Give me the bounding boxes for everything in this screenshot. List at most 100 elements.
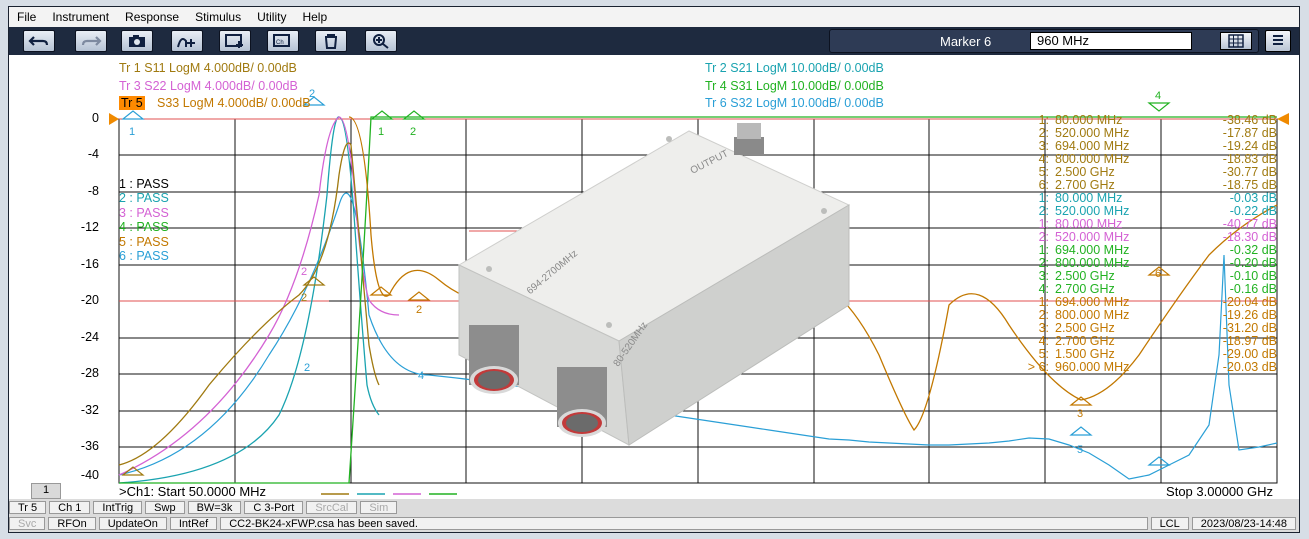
marker-freq: 800.000 MHz	[1055, 152, 1130, 166]
marker-val: -29.00 dB	[1222, 347, 1277, 361]
marker-row[interactable]: 2: 520.000 MHz -0.22 dB	[9, 204, 1299, 218]
marker-row[interactable]: 1: 80.000 MHz -0.03 dB	[9, 191, 1299, 205]
marker-row[interactable]: 1: 80.000 MHz -38.46 dB	[9, 113, 1299, 127]
marker-row[interactable]: 4: 2.700 GHz -18.97 dB	[9, 334, 1299, 348]
marker-row[interactable]: 2: 800.000 MHz -0.20 dB	[9, 256, 1299, 270]
status-trace[interactable]: Tr 5	[9, 500, 47, 514]
marker-idx: 5:	[1038, 165, 1049, 179]
marker-freq: 80.000 MHz	[1055, 217, 1123, 231]
softkey-menu-button[interactable]	[1265, 30, 1291, 52]
screenshot-button[interactable]	[121, 30, 153, 52]
keypad-button[interactable]	[1220, 32, 1252, 50]
status-rf[interactable]: RFOn	[48, 517, 96, 530]
marker-freq: 800.000 MHz	[1055, 256, 1130, 270]
undo-button[interactable]	[23, 30, 55, 52]
active-trace-badge: Tr 5	[119, 96, 145, 110]
status-bar-channel: Tr 5 Ch 1 IntTrig Swp BW=3k C 3-Port Src…	[9, 499, 1299, 515]
marker-freq: 520.000 MHz	[1055, 126, 1130, 140]
toolbar: Ch Marker 6 960 MHz	[9, 27, 1299, 55]
menu-utility[interactable]: Utility	[249, 10, 294, 24]
marker-row[interactable]: 3: 2.500 GHz -31.20 dB	[9, 321, 1299, 335]
marker-row[interactable]: 6: 2.700 GHz -18.75 dB	[9, 178, 1299, 192]
channel-index[interactable]: 1	[31, 483, 61, 499]
status-lcl[interactable]: LCL	[1150, 517, 1189, 530]
trace-label-tr2[interactable]: Tr 2 S21 LogM 10.00dB/ 0.00dB	[705, 61, 884, 75]
marker-row[interactable]: 4: 800.000 MHz -18.83 dB	[9, 152, 1299, 166]
status-svc[interactable]: Svc	[9, 517, 46, 530]
menu-bar: File Instrument Response Stimulus Utilit…	[9, 7, 1299, 28]
marker-row[interactable]: 5: 2.500 GHz -30.77 dB	[9, 165, 1299, 179]
trace-label-tr3[interactable]: Tr 3 S22 LogM 4.000dB/ 0.00dB	[119, 79, 298, 93]
trace-label-tr5[interactable]: Tr 5	[119, 96, 145, 110]
marker-row[interactable]: 1: 694.000 MHz -20.04 dB	[9, 295, 1299, 309]
marker-val: -31.20 dB	[1222, 321, 1277, 335]
start-frequency[interactable]: >Ch1: Start 50.0000 MHz	[119, 484, 266, 499]
delete-button[interactable]	[315, 30, 347, 52]
marker-freq: 2.500 GHz	[1055, 321, 1115, 335]
marker-val: -0.10 dB	[1229, 269, 1277, 283]
marker-row[interactable]: 2: 520.000 MHz -17.87 dB	[9, 126, 1299, 140]
stop-frequency[interactable]: Stop 3.00000 GHz	[1166, 484, 1273, 499]
status-sim[interactable]: Sim	[360, 500, 398, 514]
marker-val: -19.26 dB	[1222, 308, 1277, 322]
zoom-in-icon	[373, 34, 389, 49]
marker-row[interactable]: 3: 2.500 GHz -0.10 dB	[9, 269, 1299, 283]
marker-freq: 694.000 MHz	[1055, 295, 1130, 309]
status-channel[interactable]: Ch 1	[49, 500, 91, 514]
add-marker-button[interactable]	[171, 30, 203, 52]
marker-freq: 960.000 MHz	[1055, 360, 1130, 374]
redo-icon	[81, 36, 102, 46]
marker-val: -30.77 dB	[1222, 165, 1277, 179]
zoom-button[interactable]	[365, 30, 397, 52]
marker-freq: 2.500 GHz	[1055, 165, 1115, 179]
vna-window: File Instrument Response Stimulus Utilit…	[8, 6, 1300, 533]
status-srccal[interactable]: SrcCal	[306, 500, 358, 514]
menu-help[interactable]: Help	[294, 10, 335, 24]
marker-row[interactable]: 4: 2.700 GHz -0.16 dB	[9, 282, 1299, 296]
trace-label-tr4[interactable]: Tr 4 S31 LogM 10.00dB/ 0.00dB	[705, 79, 884, 93]
status-calibration[interactable]: C 3-Port	[244, 500, 304, 514]
marker-entry-panel: Marker 6 960 MHz	[829, 29, 1259, 53]
svg-text:3: 3	[1077, 408, 1083, 420]
redo-button[interactable]	[75, 30, 107, 52]
y-tick: -40	[80, 468, 99, 482]
marker-row[interactable]: 2: 800.000 MHz -19.26 dB	[9, 308, 1299, 322]
svg-text:5: 5	[1077, 444, 1083, 456]
trace-label-tr1[interactable]: Tr 1 S11 LogM 4.000dB/ 0.00dB	[119, 61, 297, 75]
status-ref[interactable]: IntRef	[169, 517, 218, 530]
marker-row[interactable]: 5: 1.500 GHz -29.00 dB	[9, 347, 1299, 361]
keypad-icon	[1228, 34, 1244, 48]
marker-row[interactable]: 2: 520.000 MHz -18.30 dB	[9, 230, 1299, 244]
marker-val: -18.83 dB	[1222, 152, 1277, 166]
trace-plot[interactable]: 1 2 1 2 4 2 2 2 5 3 2 4 5 6	[9, 55, 1299, 499]
marker-row[interactable]: 1: 80.000 MHz -40.77 dB	[9, 217, 1299, 231]
marker-idx: 3:	[1038, 321, 1049, 335]
status-trigger[interactable]: IntTrig	[93, 500, 143, 514]
marker-idx: 1:	[1038, 191, 1049, 205]
marker-val: -40.77 dB	[1222, 217, 1277, 231]
marker-freq: 694.000 MHz	[1055, 243, 1130, 257]
svg-text:Ch: Ch	[276, 40, 284, 46]
menu-stimulus[interactable]: Stimulus	[187, 10, 249, 24]
marker-idx: 5:	[1038, 347, 1049, 361]
marker-freq: 520.000 MHz	[1055, 230, 1130, 244]
undo-icon	[28, 36, 49, 46]
status-bandwidth[interactable]: BW=3k	[187, 500, 242, 514]
menu-file[interactable]: File	[9, 10, 44, 24]
menu-instrument[interactable]: Instrument	[44, 10, 117, 24]
marker-val: -38.46 dB	[1222, 113, 1277, 127]
marker-freq: 2.700 GHz	[1055, 282, 1115, 296]
marker-row[interactable]: 1: 694.000 MHz -0.32 dB	[9, 243, 1299, 257]
marker-row[interactable]: > 6: 960.000 MHz -20.03 dB	[9, 360, 1299, 374]
status-update[interactable]: UpdateOn	[98, 517, 167, 530]
status-message: CC2-BK24-xFWP.csa has been saved.	[220, 517, 1148, 530]
add-channel-button[interactable]: Ch	[267, 30, 299, 52]
trace-label-tr6[interactable]: Tr 6 S32 LogM 10.00dB/ 0.00dB	[705, 96, 884, 110]
add-trace-button[interactable]	[219, 30, 251, 52]
marker-frequency-input[interactable]: 960 MHz	[1030, 32, 1192, 50]
marker-row[interactable]: 3: 694.000 MHz -19.24 dB	[9, 139, 1299, 153]
y-tick: -32	[80, 403, 99, 417]
menu-response[interactable]: Response	[117, 10, 187, 24]
trace-color-legend	[321, 493, 457, 495]
status-sweep[interactable]: Swp	[145, 500, 185, 514]
